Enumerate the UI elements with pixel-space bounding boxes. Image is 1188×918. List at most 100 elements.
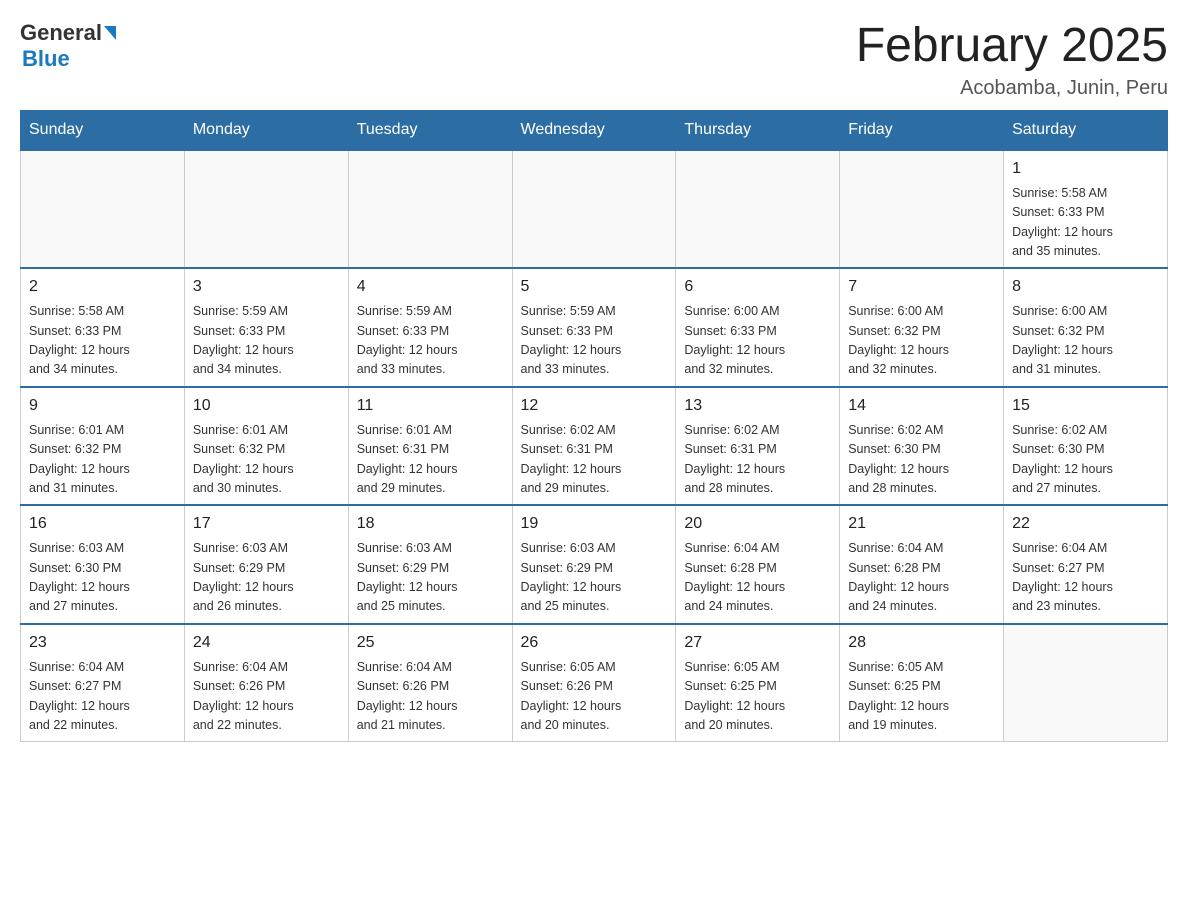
logo-arrow-icon (104, 26, 116, 40)
week-row-5: 23 Sunrise: 6:04 AMSunset: 6:27 PMDayligh… (21, 624, 1168, 742)
weekday-header-sunday: Sunday (21, 110, 185, 150)
weekday-header-wednesday: Wednesday (512, 110, 676, 150)
calendar-cell (676, 150, 840, 269)
day-number: 14 (848, 394, 995, 418)
day-number: 19 (521, 512, 668, 536)
calendar-cell (840, 150, 1004, 269)
calendar-cell: 5 Sunrise: 5:59 AMSunset: 6:33 PMDaylight… (512, 268, 676, 387)
calendar-cell: 22 Sunrise: 6:04 AMSunset: 6:27 PMDayligh… (1004, 505, 1168, 624)
calendar-cell: 27 Sunrise: 6:05 AMSunset: 6:25 PMDayligh… (676, 624, 840, 742)
weekday-header-monday: Monday (184, 110, 348, 150)
day-info: Sunrise: 6:05 AMSunset: 6:25 PMDaylight:… (684, 658, 831, 736)
calendar-cell: 9 Sunrise: 6:01 AMSunset: 6:32 PMDaylight… (21, 387, 185, 506)
calendar-cell: 25 Sunrise: 6:04 AMSunset: 6:26 PMDayligh… (348, 624, 512, 742)
day-info: Sunrise: 6:05 AMSunset: 6:25 PMDaylight:… (848, 658, 995, 736)
day-number: 15 (1012, 394, 1159, 418)
calendar-cell: 14 Sunrise: 6:02 AMSunset: 6:30 PMDayligh… (840, 387, 1004, 506)
week-row-2: 2Sunrise: 5:58 AMSunset: 6:33 PMDaylight… (21, 268, 1168, 387)
day-number: 10 (193, 394, 340, 418)
day-number: 17 (193, 512, 340, 536)
calendar-cell: 6Sunrise: 6:00 AMSunset: 6:33 PMDaylight… (676, 268, 840, 387)
day-info: Sunrise: 6:03 AMSunset: 6:29 PMDaylight:… (193, 539, 340, 617)
day-number: 20 (684, 512, 831, 536)
day-info: Sunrise: 6:04 AMSunset: 6:27 PMDaylight:… (29, 658, 176, 736)
day-number: 26 (521, 631, 668, 655)
day-info: Sunrise: 6:01 AMSunset: 6:31 PMDaylight:… (357, 421, 504, 499)
day-number: 11 (357, 394, 504, 418)
day-info: Sunrise: 5:59 AMSunset: 6:33 PMDaylight:… (521, 302, 668, 380)
calendar-cell: 1 Sunrise: 5:58 AMSunset: 6:33 PMDaylight… (1004, 150, 1168, 269)
calendar-table: SundayMondayTuesdayWednesdayThursdayFrid… (20, 110, 1168, 743)
calendar-cell: 12Sunrise: 6:02 AMSunset: 6:31 PMDayligh… (512, 387, 676, 506)
calendar-cell (348, 150, 512, 269)
logo-text2: Blue (22, 46, 70, 72)
day-info: Sunrise: 6:00 AMSunset: 6:32 PMDaylight:… (1012, 302, 1159, 380)
day-info: Sunrise: 6:03 AMSunset: 6:29 PMDaylight:… (357, 539, 504, 617)
day-number: 21 (848, 512, 995, 536)
calendar-cell (512, 150, 676, 269)
calendar-cell: 11 Sunrise: 6:01 AMSunset: 6:31 PMDayligh… (348, 387, 512, 506)
calendar-cell: 17 Sunrise: 6:03 AMSunset: 6:29 PMDayligh… (184, 505, 348, 624)
day-number: 18 (357, 512, 504, 536)
calendar-cell: 28 Sunrise: 6:05 AMSunset: 6:25 PMDayligh… (840, 624, 1004, 742)
day-number: 22 (1012, 512, 1159, 536)
day-info: Sunrise: 5:59 AMSunset: 6:33 PMDaylight:… (357, 302, 504, 380)
day-number: 16 (29, 512, 176, 536)
month-title: February 2025 (856, 20, 1168, 73)
day-info: Sunrise: 6:02 AMSunset: 6:30 PMDaylight:… (848, 421, 995, 499)
calendar-cell: 19 Sunrise: 6:03 AMSunset: 6:29 PMDayligh… (512, 505, 676, 624)
day-number: 23 (29, 631, 176, 655)
day-number: 7 (848, 275, 995, 299)
day-info: Sunrise: 6:03 AMSunset: 6:30 PMDaylight:… (29, 539, 176, 617)
week-row-3: 9 Sunrise: 6:01 AMSunset: 6:32 PMDaylight… (21, 387, 1168, 506)
calendar-cell: 13Sunrise: 6:02 AMSunset: 6:31 PMDayligh… (676, 387, 840, 506)
day-info: Sunrise: 6:05 AMSunset: 6:26 PMDaylight:… (521, 658, 668, 736)
week-row-1: 1 Sunrise: 5:58 AMSunset: 6:33 PMDaylight… (21, 150, 1168, 269)
calendar-cell: 4 Sunrise: 5:59 AMSunset: 6:33 PMDaylight… (348, 268, 512, 387)
calendar-cell (1004, 624, 1168, 742)
day-number: 1 (1012, 157, 1159, 181)
day-info: Sunrise: 6:03 AMSunset: 6:29 PMDaylight:… (521, 539, 668, 617)
page-header: General Blue February 2025 Acobamba, Jun… (20, 20, 1168, 100)
day-info: Sunrise: 6:02 AMSunset: 6:30 PMDaylight:… (1012, 421, 1159, 499)
day-number: 3 (193, 275, 340, 299)
calendar-cell: 10 Sunrise: 6:01 AMSunset: 6:32 PMDayligh… (184, 387, 348, 506)
day-info: Sunrise: 6:04 AMSunset: 6:28 PMDaylight:… (848, 539, 995, 617)
day-info: Sunrise: 5:58 AMSunset: 6:33 PMDaylight:… (29, 302, 176, 380)
calendar-cell: 16 Sunrise: 6:03 AMSunset: 6:30 PMDayligh… (21, 505, 185, 624)
location: Acobamba, Junin, Peru (856, 77, 1168, 100)
calendar-cell: 24 Sunrise: 6:04 AMSunset: 6:26 PMDayligh… (184, 624, 348, 742)
day-number: 27 (684, 631, 831, 655)
calendar-cell: 2Sunrise: 5:58 AMSunset: 6:33 PMDaylight… (21, 268, 185, 387)
day-number: 4 (357, 275, 504, 299)
day-info: Sunrise: 6:04 AMSunset: 6:26 PMDaylight:… (193, 658, 340, 736)
day-number: 24 (193, 631, 340, 655)
calendar-cell: 18 Sunrise: 6:03 AMSunset: 6:29 PMDayligh… (348, 505, 512, 624)
weekday-header-tuesday: Tuesday (348, 110, 512, 150)
day-info: Sunrise: 6:01 AMSunset: 6:32 PMDaylight:… (29, 421, 176, 499)
calendar-cell: 3Sunrise: 5:59 AMSunset: 6:33 PMDaylight… (184, 268, 348, 387)
day-number: 6 (684, 275, 831, 299)
calendar-cell: 20Sunrise: 6:04 AMSunset: 6:28 PMDayligh… (676, 505, 840, 624)
calendar-cell (21, 150, 185, 269)
day-info: Sunrise: 5:58 AMSunset: 6:33 PMDaylight:… (1012, 184, 1159, 262)
week-row-4: 16 Sunrise: 6:03 AMSunset: 6:30 PMDayligh… (21, 505, 1168, 624)
day-number: 8 (1012, 275, 1159, 299)
day-number: 9 (29, 394, 176, 418)
calendar-cell: 8 Sunrise: 6:00 AMSunset: 6:32 PMDaylight… (1004, 268, 1168, 387)
calendar-cell: 23 Sunrise: 6:04 AMSunset: 6:27 PMDayligh… (21, 624, 185, 742)
day-info: Sunrise: 6:04 AMSunset: 6:27 PMDaylight:… (1012, 539, 1159, 617)
title-section: February 2025 Acobamba, Junin, Peru (856, 20, 1168, 100)
weekday-header-row: SundayMondayTuesdayWednesdayThursdayFrid… (21, 110, 1168, 150)
calendar-cell: 15 Sunrise: 6:02 AMSunset: 6:30 PMDayligh… (1004, 387, 1168, 506)
day-number: 25 (357, 631, 504, 655)
day-info: Sunrise: 6:02 AMSunset: 6:31 PMDaylight:… (521, 421, 668, 499)
day-info: Sunrise: 6:01 AMSunset: 6:32 PMDaylight:… (193, 421, 340, 499)
day-info: Sunrise: 6:04 AMSunset: 6:26 PMDaylight:… (357, 658, 504, 736)
logo: General Blue (20, 20, 116, 72)
day-number: 28 (848, 631, 995, 655)
weekday-header-friday: Friday (840, 110, 1004, 150)
day-info: Sunrise: 6:02 AMSunset: 6:31 PMDaylight:… (684, 421, 831, 499)
day-number: 5 (521, 275, 668, 299)
calendar-cell: 21 Sunrise: 6:04 AMSunset: 6:28 PMDayligh… (840, 505, 1004, 624)
